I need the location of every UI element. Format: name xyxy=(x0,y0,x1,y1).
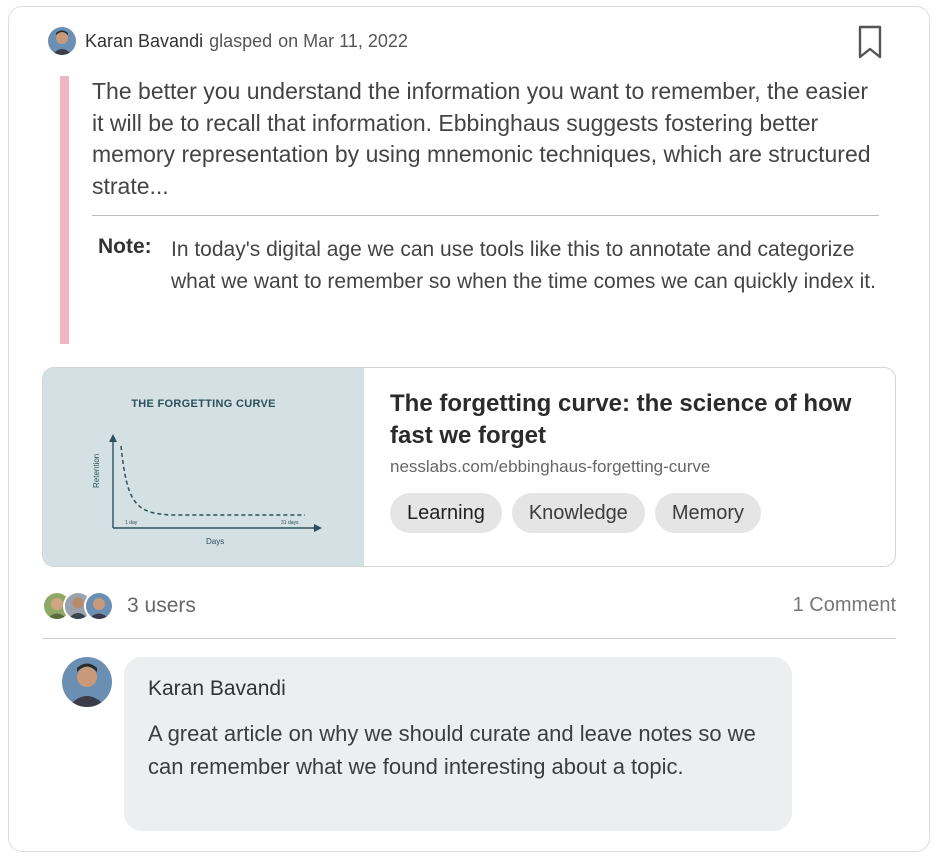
highlighted-quote: The better you understand the informatio… xyxy=(92,78,871,199)
tag-list: Learning Knowledge Memory xyxy=(390,493,771,533)
thumbnail-xlabel: Days xyxy=(206,537,224,546)
comment-count[interactable]: 1 Comment xyxy=(793,594,896,617)
comment-bubble: Karan Bavandi A great article on why we … xyxy=(124,657,792,831)
users-row[interactable]: 3 users xyxy=(42,590,196,622)
user-avatar xyxy=(84,591,114,621)
note-text: In today's digital age we can use tools … xyxy=(171,238,876,293)
link-title[interactable]: The forgetting curve: the science of how… xyxy=(390,388,880,452)
link-url[interactable]: nesslabs.com/ebbinghaus-forgetting-curve xyxy=(390,457,710,477)
note-label: Note: xyxy=(98,235,152,258)
activity-divider xyxy=(42,638,896,639)
quote-divider xyxy=(92,215,879,216)
commenter-avatar[interactable] xyxy=(62,657,112,707)
post-action: glasped xyxy=(209,30,273,51)
post-header: Karan Bavandi glasped on Mar 11, 2022 xyxy=(48,26,408,56)
post-date: on Mar 11, 2022 xyxy=(278,30,408,51)
forgetting-curve-graphic: Retention Days 1 day 31 days xyxy=(92,434,322,546)
tag-learning[interactable]: Learning xyxy=(390,493,502,533)
comment-author[interactable]: Karan Bavandi xyxy=(148,677,286,701)
link-preview-card[interactable]: THE FORGETTING CURVE Retention Days 1 da… xyxy=(42,367,896,567)
users-count[interactable]: 3 users xyxy=(127,594,196,618)
tag-knowledge[interactable]: Knowledge xyxy=(511,493,645,533)
comment-text: A great article on why we should curate … xyxy=(148,721,756,779)
link-thumbnail: THE FORGETTING CURVE Retention Days 1 da… xyxy=(43,368,364,566)
author-avatar[interactable] xyxy=(48,27,76,55)
bookmark-icon[interactable] xyxy=(856,24,884,60)
quote-accent-bar xyxy=(60,76,69,344)
thumbnail-tick-start: 1 day xyxy=(125,520,138,526)
thumbnail-tick-end: 31 days xyxy=(281,520,299,526)
author-name[interactable]: Karan Bavandi xyxy=(85,31,203,52)
thumbnail-ylabel: Retention xyxy=(92,454,101,488)
tag-memory[interactable]: Memory xyxy=(654,493,762,533)
